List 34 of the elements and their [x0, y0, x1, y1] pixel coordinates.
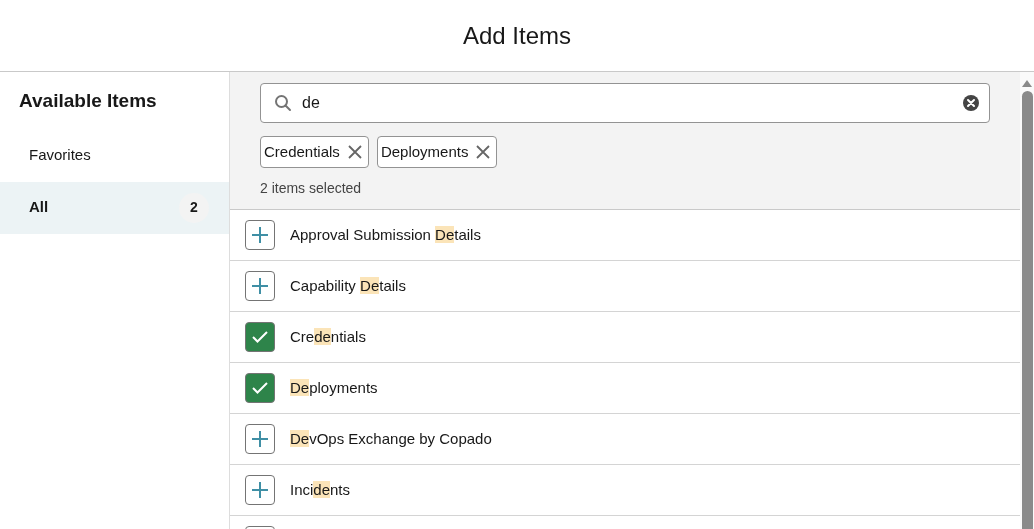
- plus-icon: [251, 277, 269, 295]
- pill-label: Deployments: [380, 141, 469, 162]
- plus-icon: [251, 430, 269, 448]
- sidebar-item[interactable]: Favorites: [0, 129, 229, 182]
- checked-button[interactable]: [245, 322, 275, 352]
- add-button[interactable]: [245, 271, 275, 301]
- item-label: DevOps Exchange by Copado: [290, 428, 492, 449]
- checkmark-icon: [252, 382, 268, 394]
- checked-button[interactable]: [245, 373, 275, 403]
- scrollbar-track[interactable]: [1020, 72, 1034, 529]
- plus-icon: [251, 226, 269, 244]
- add-button[interactable]: [245, 424, 275, 454]
- item-label: Capability Details: [290, 275, 406, 296]
- item-label: Credentials: [290, 326, 366, 347]
- plus-icon: [251, 481, 269, 499]
- selection-summary: 2 items selected: [260, 179, 363, 198]
- item-label: Incidents: [290, 479, 351, 500]
- add-button[interactable]: [245, 475, 275, 505]
- remove-icon[interactable]: [476, 145, 491, 159]
- item-label: Approval Submission Details: [290, 224, 481, 245]
- search-field[interactable]: de: [260, 83, 990, 123]
- add-button[interactable]: [245, 220, 275, 250]
- scroll-up-icon[interactable]: [1022, 80, 1032, 87]
- checkmark-icon: [252, 331, 268, 343]
- item-label: Deployments: [290, 377, 378, 398]
- sidebar-item[interactable]: All 2: [0, 181, 229, 234]
- search-icon: [274, 94, 292, 112]
- dialog-title: Add Items: [462, 20, 571, 51]
- pill-label: Credentials: [264, 141, 340, 162]
- remove-icon[interactable]: [347, 145, 362, 159]
- sidebar-heading: Available Items: [18, 89, 158, 113]
- scrollbar-thumb[interactable]: [1022, 91, 1033, 529]
- count-badge: 2: [179, 192, 209, 223]
- clear-icon[interactable]: [962, 94, 980, 112]
